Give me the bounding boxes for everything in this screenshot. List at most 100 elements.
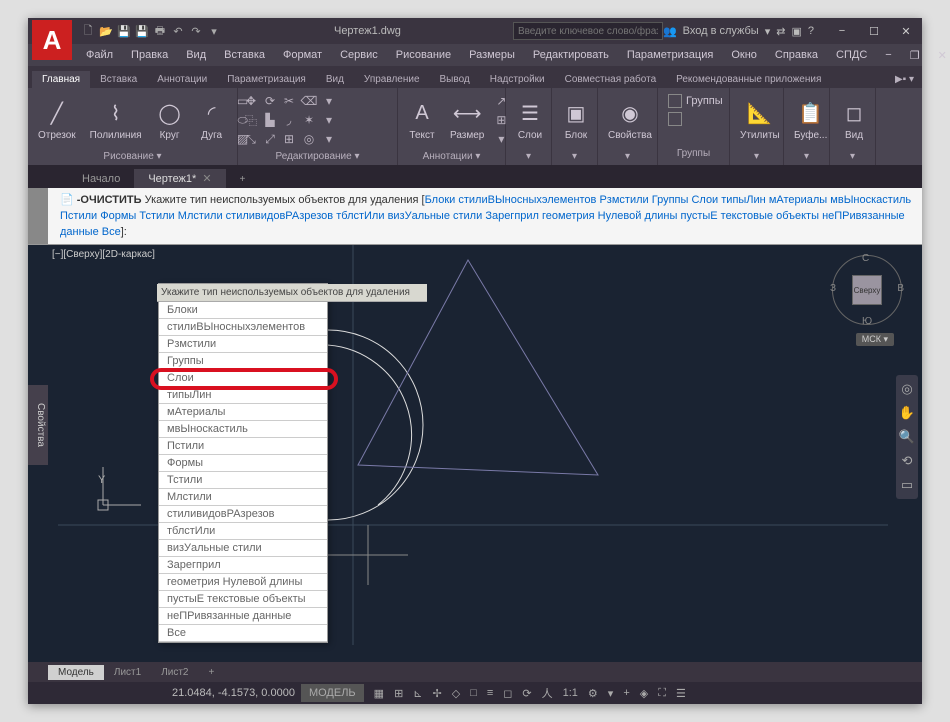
status-iso-icon[interactable]: ◇ (448, 684, 464, 702)
panel-props-label[interactable]: ▾ (600, 150, 655, 163)
popup-item[interactable]: Все (159, 625, 327, 642)
modify-more2-icon[interactable]: ▾ (320, 111, 338, 129)
panel-block-label[interactable]: ▾ (554, 150, 595, 163)
status-more2-icon[interactable]: + (619, 684, 633, 702)
rotate-icon[interactable]: ⟳ (261, 92, 279, 110)
status-gear-icon[interactable]: ⚙ (584, 684, 602, 702)
group-button[interactable]: Группы (662, 92, 729, 110)
menu-draw[interactable]: Рисование (388, 47, 459, 63)
layout-model[interactable]: Модель (48, 665, 104, 680)
viewcube-w[interactable]: З (830, 283, 836, 294)
search-input[interactable] (513, 22, 663, 40)
viewcube[interactable]: Сверху С Ю В З (832, 255, 902, 325)
menu-spds[interactable]: СПДС (828, 47, 875, 63)
signin-link[interactable]: Вход в службы (683, 25, 759, 37)
panel-modify-label[interactable]: Редактирование ▾ (240, 150, 395, 163)
tab-close-icon[interactable]: ✕ (202, 172, 211, 185)
status-iso2-icon[interactable]: ◈ (636, 684, 652, 702)
menu-modify[interactable]: Редактировать (525, 47, 617, 63)
menu-window[interactable]: Окно (723, 47, 765, 63)
menu-edit[interactable]: Правка (123, 47, 176, 63)
app-store-icon[interactable]: ▣ (791, 25, 801, 38)
popup-item[interactable]: Тстили (159, 472, 327, 489)
tab-manage[interactable]: Управление (354, 71, 430, 88)
popup-item[interactable]: стилиВЫносныхэлементов (159, 319, 327, 336)
undo-icon[interactable]: ↶ (170, 23, 186, 39)
util-button[interactable]: 📐Утилиты (734, 92, 786, 148)
drawing-canvas[interactable]: [−][Сверху][2D-каркас] Свойства Y Сверху… (28, 245, 922, 662)
menu-tools[interactable]: Сервис (332, 47, 386, 63)
menu-file[interactable]: Файл (78, 47, 121, 63)
tab-annotate[interactable]: Аннотации (147, 71, 217, 88)
popup-item[interactable]: Зарегприл (159, 557, 327, 574)
status-model[interactable]: МОДЕЛЬ (301, 684, 364, 702)
status-annot-icon[interactable]: 人 (538, 684, 557, 702)
minimize-button[interactable]: − (826, 18, 858, 44)
popup-item[interactable]: пустыЕ текстовые объекты (159, 591, 327, 608)
props-button[interactable]: ◉Свойства (602, 92, 658, 148)
ribbon-expand-icon[interactable]: ▶▪ ▾ (885, 71, 922, 88)
dim-button[interactable]: ⟷Размер (444, 92, 490, 148)
viewcube-face[interactable]: Сверху (852, 275, 882, 305)
menu-param[interactable]: Параметризация (619, 47, 721, 63)
save-icon[interactable]: 💾 (116, 23, 132, 39)
popup-item[interactable]: мАтериалы (159, 404, 327, 421)
menu-help[interactable]: Справка (767, 47, 826, 63)
doc-close-icon[interactable]: ✕ (930, 47, 950, 64)
qat-more-icon[interactable]: ▾ (206, 23, 222, 39)
status-snap-icon[interactable]: ⊞ (390, 684, 407, 702)
menu-insert[interactable]: Вставка (216, 47, 273, 63)
cmd-handle[interactable] (28, 188, 48, 244)
menu-dim[interactable]: Размеры (461, 47, 523, 63)
modify-more1-icon[interactable]: ▾ (320, 92, 338, 110)
popup-item[interactable]: мвЫноскастиль (159, 421, 327, 438)
nav-zoom-icon[interactable]: 🔍 (898, 427, 916, 447)
app-logo[interactable]: A (32, 20, 72, 60)
exchange-icon[interactable]: ⇄ (776, 25, 785, 38)
menu-view[interactable]: Вид (178, 47, 214, 63)
status-more1-icon[interactable]: ▾ (604, 684, 618, 702)
viewcube-s[interactable]: Ю (862, 316, 872, 327)
menu-format[interactable]: Формат (275, 47, 330, 63)
tab-addins[interactable]: Надстройки (480, 71, 555, 88)
tab-collab[interactable]: Совместная работа (555, 71, 667, 88)
open-icon[interactable]: 📂 (98, 23, 114, 39)
nav-showmotion-icon[interactable]: ▭ (898, 475, 916, 495)
new-icon[interactable]: 🗋 (80, 23, 96, 39)
help-icon[interactable]: ? (808, 25, 814, 37)
layout-sheet1[interactable]: Лист1 (104, 665, 151, 680)
panel-groups-label[interactable]: Группы (660, 147, 727, 163)
arc-button[interactable]: ◜Дуга (192, 92, 232, 148)
tab-drawing1[interactable]: Чертеж1*✕ (134, 169, 225, 188)
popup-item[interactable]: Рзмстили (159, 336, 327, 353)
tab-output[interactable]: Вывод (430, 71, 480, 88)
panel-view-label[interactable]: ▾ (832, 150, 873, 163)
doc-min-icon[interactable]: − (877, 47, 899, 64)
status-osnap-icon[interactable]: □ (466, 684, 481, 702)
status-trans-icon[interactable]: ◻ (499, 684, 516, 702)
status-fullscreen-icon[interactable]: ⛶ (654, 684, 670, 702)
popup-item[interactable]: Пстили (159, 438, 327, 455)
panel-clip-label[interactable]: ▾ (786, 150, 827, 163)
line-button[interactable]: ╱Отрезок (32, 92, 82, 148)
signin-icon[interactable]: 👥 (663, 25, 677, 38)
redo-icon[interactable]: ↷ (188, 23, 204, 39)
tab-param[interactable]: Параметризация (217, 71, 316, 88)
viewcube-n[interactable]: С (862, 253, 869, 264)
status-grid-icon[interactable]: ▦ (370, 684, 388, 702)
layout-add[interactable]: + (199, 665, 225, 680)
popup-item[interactable]: Группы (159, 353, 327, 370)
ucs-label[interactable]: МСК ▾ (856, 333, 894, 346)
dropdown-icon[interactable]: ▾ (765, 25, 771, 38)
panel-util-label[interactable]: ▾ (732, 150, 781, 163)
popup-item[interactable]: типыЛин (159, 387, 327, 404)
erase-icon[interactable]: ⌫ (300, 92, 318, 110)
view-button[interactable]: ◻Вид (834, 92, 874, 148)
text-button[interactable]: AТекст (402, 92, 442, 148)
maximize-button[interactable]: ☐ (858, 18, 890, 44)
plot-icon[interactable]: 🖶 (152, 23, 168, 39)
explode-icon[interactable]: ✶ (300, 111, 318, 129)
status-lwt-icon[interactable]: ≡ (483, 684, 497, 702)
stretch-icon[interactable]: ⤡ (242, 130, 260, 148)
popup-item[interactable]: стиливидовРАзрезов (159, 506, 327, 523)
